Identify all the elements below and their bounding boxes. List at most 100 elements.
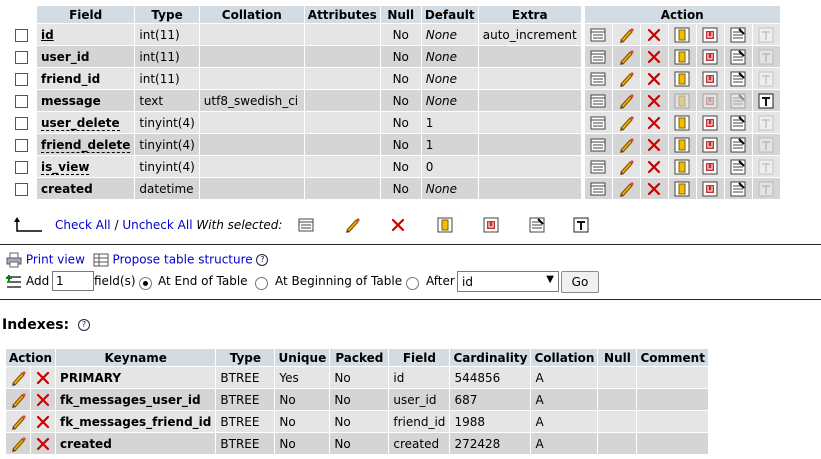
edit-pencil-icon[interactable] bbox=[618, 71, 635, 87]
propose-structure-link[interactable]: Propose table structure bbox=[113, 253, 253, 267]
col-header-attributes[interactable]: Attributes bbox=[304, 6, 380, 23]
index-icon[interactable] bbox=[730, 159, 746, 175]
help-icon[interactable]: ? bbox=[78, 319, 91, 331]
edit-pencil-icon[interactable] bbox=[10, 436, 26, 452]
primary-key-icon[interactable] bbox=[674, 71, 690, 87]
radio-at-end[interactable] bbox=[139, 277, 152, 290]
col-header-extra[interactable]: Extra bbox=[478, 6, 581, 23]
unique-icon[interactable] bbox=[483, 217, 499, 233]
index-icon[interactable] bbox=[730, 71, 746, 87]
primary-key-icon[interactable] bbox=[674, 181, 690, 197]
unique-icon[interactable] bbox=[702, 93, 718, 109]
edit-pencil-icon[interactable] bbox=[618, 137, 635, 153]
drop-x-icon[interactable] bbox=[35, 414, 51, 430]
row-checkbox[interactable] bbox=[14, 116, 28, 130]
fulltext-icon[interactable] bbox=[758, 71, 774, 87]
browse-icon[interactable] bbox=[298, 217, 314, 233]
index-icon[interactable] bbox=[730, 115, 746, 131]
fulltext-icon[interactable] bbox=[758, 93, 774, 109]
col-header-default[interactable]: Default bbox=[421, 6, 478, 23]
drop-x-icon[interactable] bbox=[35, 370, 51, 386]
fulltext-icon[interactable] bbox=[758, 115, 774, 131]
after-field-select[interactable]: id ▼ bbox=[457, 271, 559, 292]
row-checkbox[interactable] bbox=[14, 28, 28, 42]
unique-icon[interactable] bbox=[702, 137, 718, 153]
drop-x-icon[interactable] bbox=[646, 159, 662, 175]
col-header-collation[interactable]: Collation bbox=[199, 6, 304, 23]
unique-icon[interactable] bbox=[702, 181, 718, 197]
drop-x-icon[interactable] bbox=[35, 436, 51, 452]
browse-icon[interactable] bbox=[590, 27, 606, 43]
edit-pencil-icon[interactable] bbox=[344, 217, 360, 233]
index-icon[interactable] bbox=[529, 217, 545, 233]
unique-icon[interactable] bbox=[702, 49, 718, 65]
primary-key-icon[interactable] bbox=[437, 217, 453, 233]
drop-x-icon[interactable] bbox=[390, 217, 406, 233]
row-checkbox[interactable] bbox=[14, 138, 28, 152]
row-checkbox[interactable] bbox=[14, 160, 28, 174]
drop-x-icon[interactable] bbox=[646, 49, 662, 65]
index-icon[interactable] bbox=[730, 137, 746, 153]
fulltext-icon[interactable] bbox=[758, 49, 774, 65]
unique-icon[interactable] bbox=[702, 159, 718, 175]
radio-at-beginning[interactable] bbox=[255, 277, 268, 290]
fulltext-icon[interactable] bbox=[758, 181, 774, 197]
browse-icon[interactable] bbox=[590, 159, 606, 175]
edit-pencil-icon[interactable] bbox=[618, 115, 635, 131]
edit-pencil-icon[interactable] bbox=[618, 93, 635, 109]
unique-icon[interactable] bbox=[702, 115, 718, 131]
fulltext-icon[interactable] bbox=[758, 27, 774, 43]
row-checkbox-cell bbox=[6, 90, 36, 111]
drop-x-icon[interactable] bbox=[35, 392, 51, 408]
primary-key-icon[interactable] bbox=[674, 27, 690, 43]
row-checkbox[interactable] bbox=[14, 50, 28, 64]
primary-key-icon[interactable] bbox=[674, 49, 690, 65]
browse-icon[interactable] bbox=[590, 49, 606, 65]
primary-key-icon[interactable] bbox=[674, 93, 690, 109]
browse-icon[interactable] bbox=[590, 115, 606, 131]
help-icon[interactable]: ? bbox=[256, 254, 269, 266]
primary-key-icon[interactable] bbox=[674, 115, 690, 131]
browse-icon[interactable] bbox=[590, 93, 606, 109]
fulltext-icon[interactable] bbox=[573, 217, 589, 233]
fulltext-icon[interactable] bbox=[758, 159, 774, 175]
drop-x-icon[interactable] bbox=[646, 71, 662, 87]
unique-icon[interactable] bbox=[702, 71, 718, 87]
row-checkbox[interactable] bbox=[14, 182, 28, 196]
edit-pencil-icon[interactable] bbox=[618, 181, 635, 197]
drop-x-icon[interactable] bbox=[646, 181, 662, 197]
primary-key-icon[interactable] bbox=[674, 137, 690, 153]
drop-x-icon[interactable] bbox=[646, 27, 662, 43]
go-button[interactable]: Go bbox=[561, 271, 599, 293]
unique-icon[interactable] bbox=[702, 27, 718, 43]
drop-x-icon[interactable] bbox=[646, 115, 662, 131]
row-checkbox[interactable] bbox=[14, 72, 28, 86]
check-all-link[interactable]: Check All bbox=[55, 218, 111, 232]
browse-icon[interactable] bbox=[590, 137, 606, 153]
radio-after[interactable] bbox=[406, 277, 419, 290]
drop-x-icon[interactable] bbox=[646, 137, 662, 153]
row-checkbox[interactable] bbox=[14, 94, 28, 108]
uncheck-all-link[interactable]: Uncheck All bbox=[122, 218, 192, 232]
primary-key-icon[interactable] bbox=[674, 159, 690, 175]
col-header-field[interactable]: Field bbox=[37, 6, 135, 23]
drop-x-icon[interactable] bbox=[646, 93, 662, 109]
index-icon[interactable] bbox=[730, 93, 746, 109]
field-count-input[interactable] bbox=[52, 271, 94, 291]
browse-icon[interactable] bbox=[590, 181, 606, 197]
cell-null: No bbox=[380, 178, 421, 199]
print-view-link[interactable]: Print view bbox=[26, 253, 85, 267]
edit-pencil-icon[interactable] bbox=[10, 414, 26, 430]
edit-pencil-icon[interactable] bbox=[618, 159, 635, 175]
col-header-null[interactable]: Null bbox=[380, 6, 421, 23]
index-icon[interactable] bbox=[730, 181, 746, 197]
index-icon[interactable] bbox=[730, 49, 746, 65]
browse-icon[interactable] bbox=[590, 71, 606, 87]
edit-pencil-icon[interactable] bbox=[10, 370, 26, 386]
edit-pencil-icon[interactable] bbox=[10, 392, 26, 408]
col-header-type[interactable]: Type bbox=[135, 6, 199, 23]
fulltext-icon[interactable] bbox=[758, 137, 774, 153]
index-icon[interactable] bbox=[730, 27, 746, 43]
edit-pencil-icon[interactable] bbox=[618, 27, 635, 43]
edit-pencil-icon[interactable] bbox=[618, 49, 635, 65]
